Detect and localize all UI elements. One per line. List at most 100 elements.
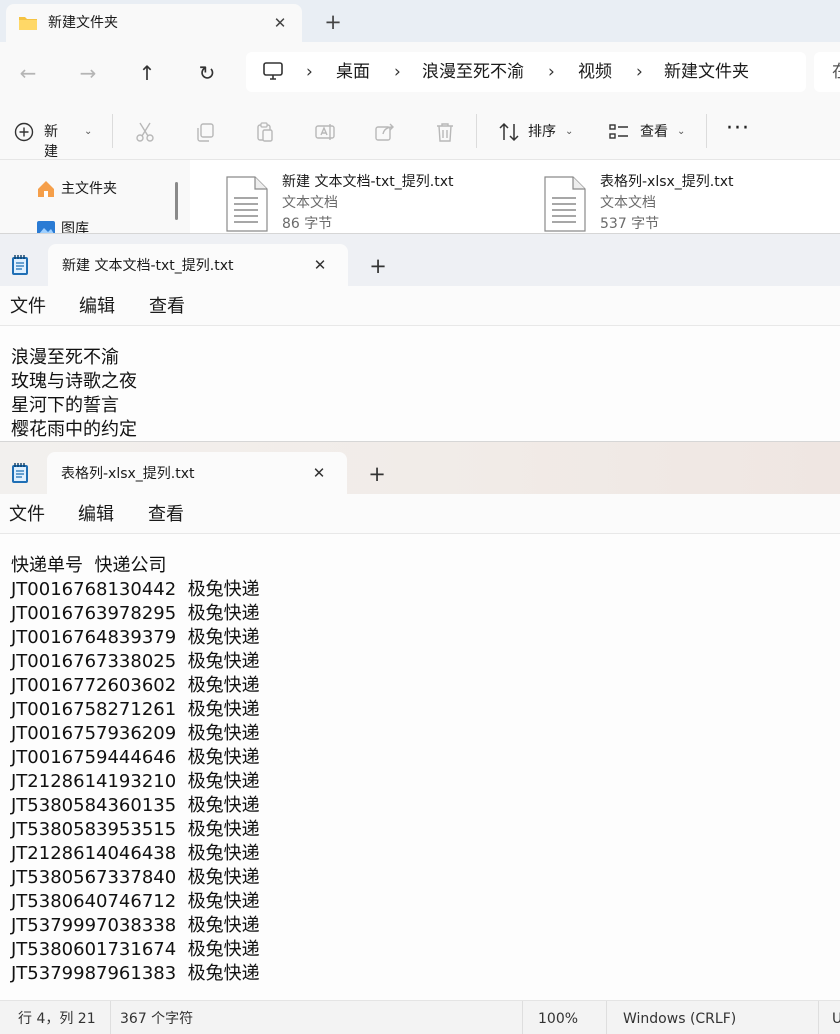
up-arrow-icon[interactable]: ↑: [132, 58, 162, 88]
search-box[interactable]: 在: [814, 52, 840, 92]
breadcrumb-new-folder[interactable]: 新建文件夹: [664, 61, 749, 83]
plus-circle-icon: [14, 122, 34, 142]
courier-company: 极兔快递: [187, 891, 260, 912]
close-tab-icon[interactable]: ✕: [308, 253, 332, 277]
breadcrumb-videos[interactable]: 视频: [578, 61, 612, 83]
navigation-pane: 主文件夹 图库: [0, 160, 186, 233]
divider: [818, 1001, 819, 1034]
cut-icon[interactable]: [134, 121, 156, 143]
address-bar[interactable]: › 桌面 › 浪漫至死不渝 › 视频 › 新建文件夹: [246, 52, 806, 92]
menu-view[interactable]: 查看: [149, 296, 185, 318]
divider: [706, 114, 707, 148]
tracking-number: JT5380584360135: [11, 795, 177, 816]
table-row: JT0016768130442 极兔快递: [11, 578, 260, 602]
text-line-header: 快递单号 快递公司: [11, 555, 167, 576]
table-row: JT5379987961383 极兔快递: [11, 962, 260, 986]
explorer-nav-bar: ← → ↑ ↻ › 桌面 › 浪漫至死不渝 › 视频 › 新建文件夹 在: [0, 42, 840, 102]
tracking-number: JT0016757936209: [11, 723, 177, 744]
courier-company: 极兔快递: [187, 699, 260, 720]
delete-icon[interactable]: [434, 121, 456, 143]
copy-icon[interactable]: [194, 121, 216, 143]
new-tab-button[interactable]: +: [365, 253, 391, 279]
sort-icon[interactable]: [498, 121, 520, 143]
divider: [522, 1001, 523, 1034]
breadcrumb-separator-icon: ›: [394, 62, 401, 82]
refresh-icon[interactable]: ↻: [192, 58, 222, 88]
tab-gap: [176, 891, 187, 912]
file-item[interactable]: 表格列-xlsx_提列.txt 文本文档 537 字节: [542, 170, 840, 232]
back-arrow-icon[interactable]: ←: [13, 58, 43, 88]
new-tab-button[interactable]: +: [364, 461, 390, 487]
paste-icon[interactable]: [254, 121, 276, 143]
table-row: JT5380601731674 极兔快递: [11, 938, 260, 962]
menu-edit[interactable]: 编辑: [78, 504, 114, 526]
courier-company: 极兔快递: [187, 867, 260, 888]
more-options-icon[interactable]: ···: [724, 118, 752, 142]
tracking-number: JT0016767338025: [11, 651, 177, 672]
file-item[interactable]: 新建 文本文档-txt_提列.txt 文本文档 86 字节: [224, 170, 524, 232]
sidebar-scrollbar[interactable]: [175, 182, 178, 220]
courier-company: 极兔快递: [187, 651, 260, 672]
text-line: 玫瑰与诗歌之夜: [11, 371, 137, 392]
text-editor[interactable]: 浪漫至死不渝 玫瑰与诗歌之夜 星河下的誓言 樱花雨中的约定: [0, 326, 840, 441]
courier-company: 极兔快递: [187, 843, 260, 864]
notepad-tab[interactable]: 表格列-xlsx_提列.txt ✕: [47, 452, 347, 494]
file-type: 文本文档: [600, 195, 656, 211]
courier-company: 极兔快递: [187, 723, 260, 744]
courier-company: 极兔快递: [187, 963, 260, 984]
tracking-number: JT2128614046438: [11, 843, 177, 864]
new-tab-button[interactable]: +: [320, 9, 346, 35]
notepad-tab-strip: 表格列-xlsx_提列.txt ✕ +: [0, 442, 840, 494]
encoding[interactable]: U: [832, 1010, 840, 1028]
forward-arrow-icon[interactable]: →: [73, 58, 103, 88]
menu-file[interactable]: 文件: [9, 504, 45, 526]
close-tab-icon[interactable]: ✕: [307, 461, 331, 485]
text-document-icon: [226, 176, 268, 232]
explorer-tab-title: 新建文件夹: [48, 15, 118, 31]
rename-icon[interactable]: [314, 121, 336, 143]
tracking-number: JT0016764839379: [11, 627, 177, 648]
share-icon[interactable]: [374, 121, 396, 143]
tracking-number: JT0016772603602: [11, 675, 177, 696]
status-bar: 行 4，列 21 367 个字符 100% Windows (CRLF) U: [0, 1000, 840, 1034]
breadcrumb-separator-icon: ›: [306, 62, 313, 82]
courier-company: 极兔快递: [187, 819, 260, 840]
menu-file[interactable]: 文件: [10, 296, 46, 318]
breadcrumb-desktop[interactable]: 桌面: [336, 61, 370, 83]
line-ending[interactable]: Windows (CRLF): [623, 1010, 736, 1028]
menu-edit[interactable]: 编辑: [79, 296, 115, 318]
table-row: JT5380567337840 极兔快递: [11, 866, 260, 890]
notepad-tab[interactable]: 新建 文本文档-txt_提列.txt ✕: [48, 244, 348, 286]
close-tab-icon[interactable]: ✕: [268, 11, 292, 35]
table-row: JT0016767338025 极兔快递: [11, 650, 260, 674]
courier-company: 极兔快递: [187, 747, 260, 768]
courier-company: 极兔快递: [187, 627, 260, 648]
view-icon[interactable]: [608, 121, 630, 143]
text-line: 浪漫至死不渝: [11, 347, 119, 368]
tracking-number: JT5380601731674: [11, 939, 177, 960]
menu-view[interactable]: 查看: [148, 504, 184, 526]
sort-button[interactable]: 排序: [528, 122, 556, 142]
tracking-number: JT5380583953515: [11, 819, 177, 840]
courier-company: 极兔快递: [187, 771, 260, 792]
new-button-label: 新建: [44, 124, 58, 160]
view-button[interactable]: 查看: [640, 122, 668, 142]
zoom-level[interactable]: 100%: [538, 1010, 578, 1028]
tab-gap: [176, 699, 187, 720]
home-icon: [38, 181, 54, 197]
text-editor[interactable]: 快递单号 快递公司 JT0016768130442 极兔快递 JT00167639…: [0, 534, 840, 1001]
table-row: JT5380583953515 极兔快递: [11, 818, 260, 842]
tab-gap: [176, 843, 187, 864]
command-bar: 新建 ⌄ 排序 ⌄ 查看 ⌄ ···: [0, 102, 840, 160]
tab-gap: [176, 915, 187, 936]
divider: [476, 114, 477, 148]
tab-gap: [176, 651, 187, 672]
tab-gap: [176, 723, 187, 744]
explorer-tab[interactable]: 新建文件夹 ✕: [6, 4, 302, 42]
file-name: 表格列-xlsx_提列.txt: [600, 174, 734, 190]
breadcrumb-romance-folder[interactable]: 浪漫至死不渝: [422, 61, 524, 83]
sidebar-item-label: 图库: [61, 221, 89, 233]
tracking-number: JT5379997038338: [11, 915, 177, 936]
courier-company: 极兔快递: [187, 939, 260, 960]
tab-gap: [176, 771, 187, 792]
